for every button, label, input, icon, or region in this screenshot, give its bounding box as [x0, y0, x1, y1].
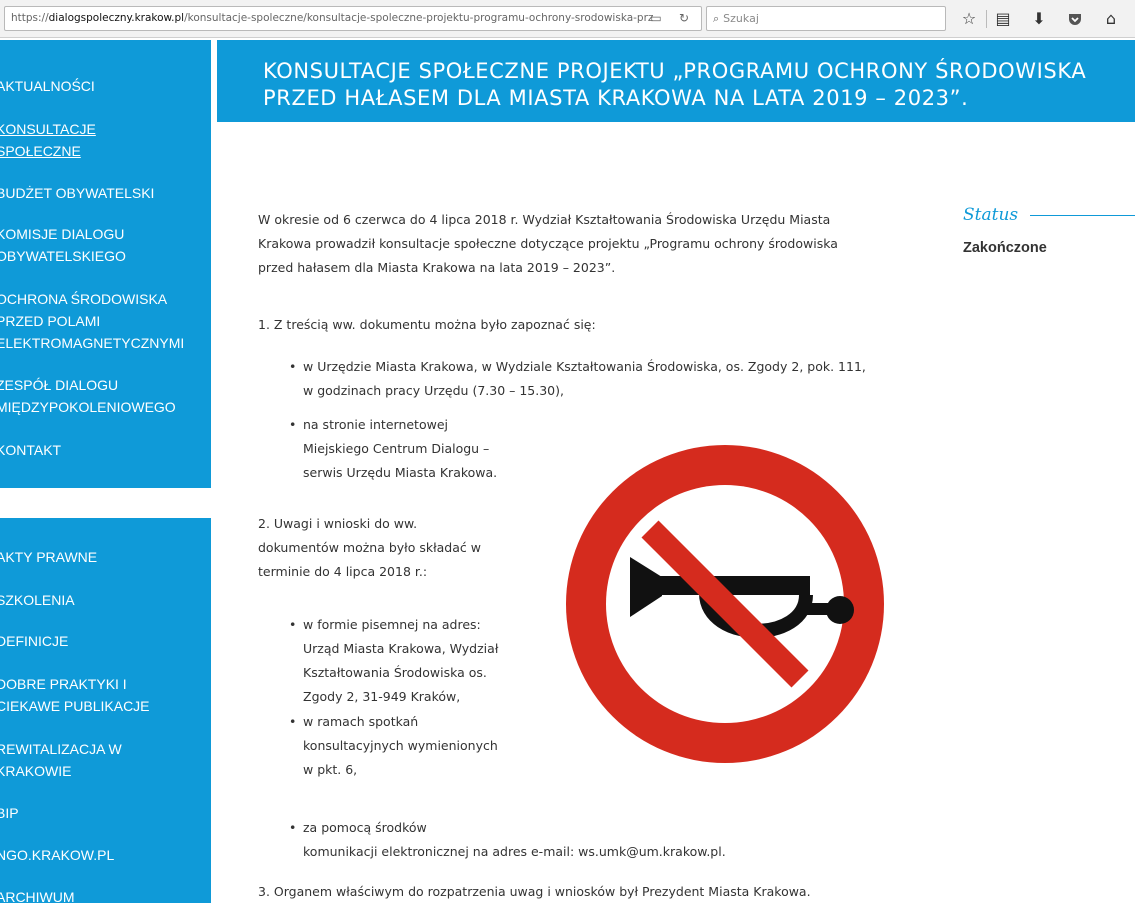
reader-view-icon[interactable]: ▭ [648, 10, 664, 26]
browser-toolbar: https://dialogspoleczny.krakow.pl/konsul… [0, 0, 1135, 38]
sidebar-item-zespol[interactable]: ZESPÓŁ DIALOGU MIĘDZYPOKOLENIOWEGO [0, 374, 207, 418]
sidebar-item-definicje[interactable]: DEFINICJE [0, 630, 207, 652]
bullet-dot: • [289, 359, 297, 374]
home-icon[interactable]: ⌂ [1100, 8, 1122, 30]
section-2-line: 2. Uwagi i wnioski do ww. [258, 516, 418, 531]
sidebar-item-dobre-praktyki[interactable]: DOBRE PRAKTYKI I CIEKAWE PUBLIKACJE [0, 673, 207, 717]
bullet-dot: • [289, 820, 297, 835]
bullet-dot: • [289, 714, 297, 729]
page-header-banner: KONSULTACJE SPOŁECZNE PROJEKTU „PROGRAMU… [217, 40, 1135, 122]
sidebar-item-konsultacje[interactable]: KONSULTACJE SPOŁECZNE [0, 118, 207, 162]
intro-line-1: W okresie od 6 czerwca do 4 lipca 2018 r… [258, 212, 831, 227]
list-item: • w ramach spotkań konsultacyjnych wymie… [289, 710, 498, 782]
list-item-line: Zgody 2, 31-949 Kraków, [303, 689, 461, 704]
intro-line-3: przed hałasem dla Miasta Krakowa na lata… [258, 260, 616, 275]
list-item: • za pomocą środków komunikacji elektron… [289, 816, 943, 864]
list-item-line: serwis Urzędu Miasta Krakowa. [303, 465, 498, 480]
sidebar-primary-nav: AKTUALNOŚCI KONSULTACJE SPOŁECZNE BUDŻET… [0, 40, 211, 488]
section-3-text: 3. Organem właściwym do rozpatrzenia uwa… [258, 884, 811, 899]
section-2-heading: 2. Uwagi i wnioski do ww. dokumentów moż… [258, 512, 481, 584]
page-title: KONSULTACJE SPOŁECZNE PROJEKTU „PROGRAMU… [263, 59, 1087, 110]
list-item-line: konsultacyjnych wymienionych [303, 738, 498, 753]
list-item: • na stronie internetowej Miejskiego Cen… [289, 413, 498, 485]
list-item-line: w godzinach pracy Urzędu (7.30 – 15.30), [303, 383, 564, 398]
list-item-line: komunikacji elektronicznej na adres e-ma… [303, 844, 726, 859]
sidebar-item-budzet[interactable]: BUDŻET OBYWATELSKI [0, 182, 207, 204]
list-item: • w formie pisemnej na adres: Urząd Mias… [289, 613, 499, 709]
status-divider [1030, 215, 1135, 216]
toolbar-separator [986, 10, 987, 28]
sidebar-secondary-nav: AKTY PRAWNE SZKOLENIA DEFINICJE DOBRE PR… [0, 518, 211, 903]
no-horn-sign-image [566, 445, 884, 763]
sidebar-item-kontakt[interactable]: KONTAKT [0, 439, 207, 461]
url-path: /konsultacje-spoleczne/konsultacje-spole… [184, 12, 654, 24]
bookmark-star-icon[interactable]: ☆ [958, 8, 980, 30]
search-input[interactable]: ⌕ Szukaj [706, 6, 946, 31]
list-item-line: na stronie internetowej [303, 417, 448, 432]
sidebar-item-aktualnosci[interactable]: AKTUALNOŚCI [0, 75, 207, 97]
list-item-line: w formie pisemnej na adres: [303, 617, 481, 632]
reload-icon[interactable]: ↻ [676, 10, 692, 26]
sidebar-item-rewitalizacja[interactable]: REWITALIZACJA W KRAKOWIE [0, 738, 207, 782]
search-placeholder: Szukaj [723, 12, 759, 25]
list-item-line: Urząd Miasta Krakowa, Wydział [303, 641, 499, 656]
sidebar-item-archiwum[interactable]: ARCHIWUM [0, 886, 207, 903]
sidebar-item-szkolenia[interactable]: SZKOLENIA [0, 589, 207, 611]
bullet-dot: • [289, 617, 297, 632]
section-1-heading: 1. Z treścią ww. dokumentu można było za… [258, 317, 596, 332]
sidebar-item-bip[interactable]: BIP [0, 802, 207, 824]
section-2-line: dokumentów można było składać w [258, 540, 481, 555]
address-bar[interactable]: https://dialogspoleczny.krakow.pl/konsul… [4, 6, 702, 31]
intro-line-2: Krakowa prowadził konsultacje społeczne … [258, 236, 838, 251]
url-prefix: https:// [11, 12, 49, 24]
url-domain: dialogspoleczny.krakow.pl [48, 12, 185, 24]
sidebar-item-ngo[interactable]: NGO.KRAKOW.PL [0, 844, 207, 866]
list-item-line: w pkt. 6, [303, 762, 358, 777]
sidebar-item-akty-prawne[interactable]: AKTY PRAWNE [0, 546, 207, 568]
search-icon: ⌕ [713, 12, 720, 25]
list-item: • w Urzędzie Miasta Krakowa, w Wydziale … [289, 355, 866, 403]
sidebar-item-ochrona[interactable]: OCHRONA ŚRODOWISKA PRZED POLAMI ELEKTROM… [0, 288, 207, 354]
list-item-line: w Urzędzie Miasta Krakowa, w Wydziale Ks… [303, 359, 866, 374]
sidebar-item-komisje[interactable]: KOMISJE DIALOGU OBYWATELSKIEGO [0, 223, 207, 267]
list-item-line: w ramach spotkań [303, 714, 419, 729]
library-icon[interactable]: ▤ [992, 8, 1014, 30]
status-value: Zakończone [963, 240, 1047, 256]
bullet-dot: • [289, 417, 297, 432]
download-icon[interactable]: ⬇ [1028, 8, 1050, 30]
pocket-icon[interactable] [1064, 8, 1086, 30]
list-item-line: za pomocą środków [303, 820, 427, 835]
list-item-line: Kształtowania Środowiska os. [303, 665, 487, 680]
status-label: Status [963, 205, 1019, 225]
section-2-line: terminie do 4 lipca 2018 r.: [258, 564, 428, 579]
list-item-line[interactable]: Miejskiego Centrum Dialogu – [303, 437, 497, 461]
